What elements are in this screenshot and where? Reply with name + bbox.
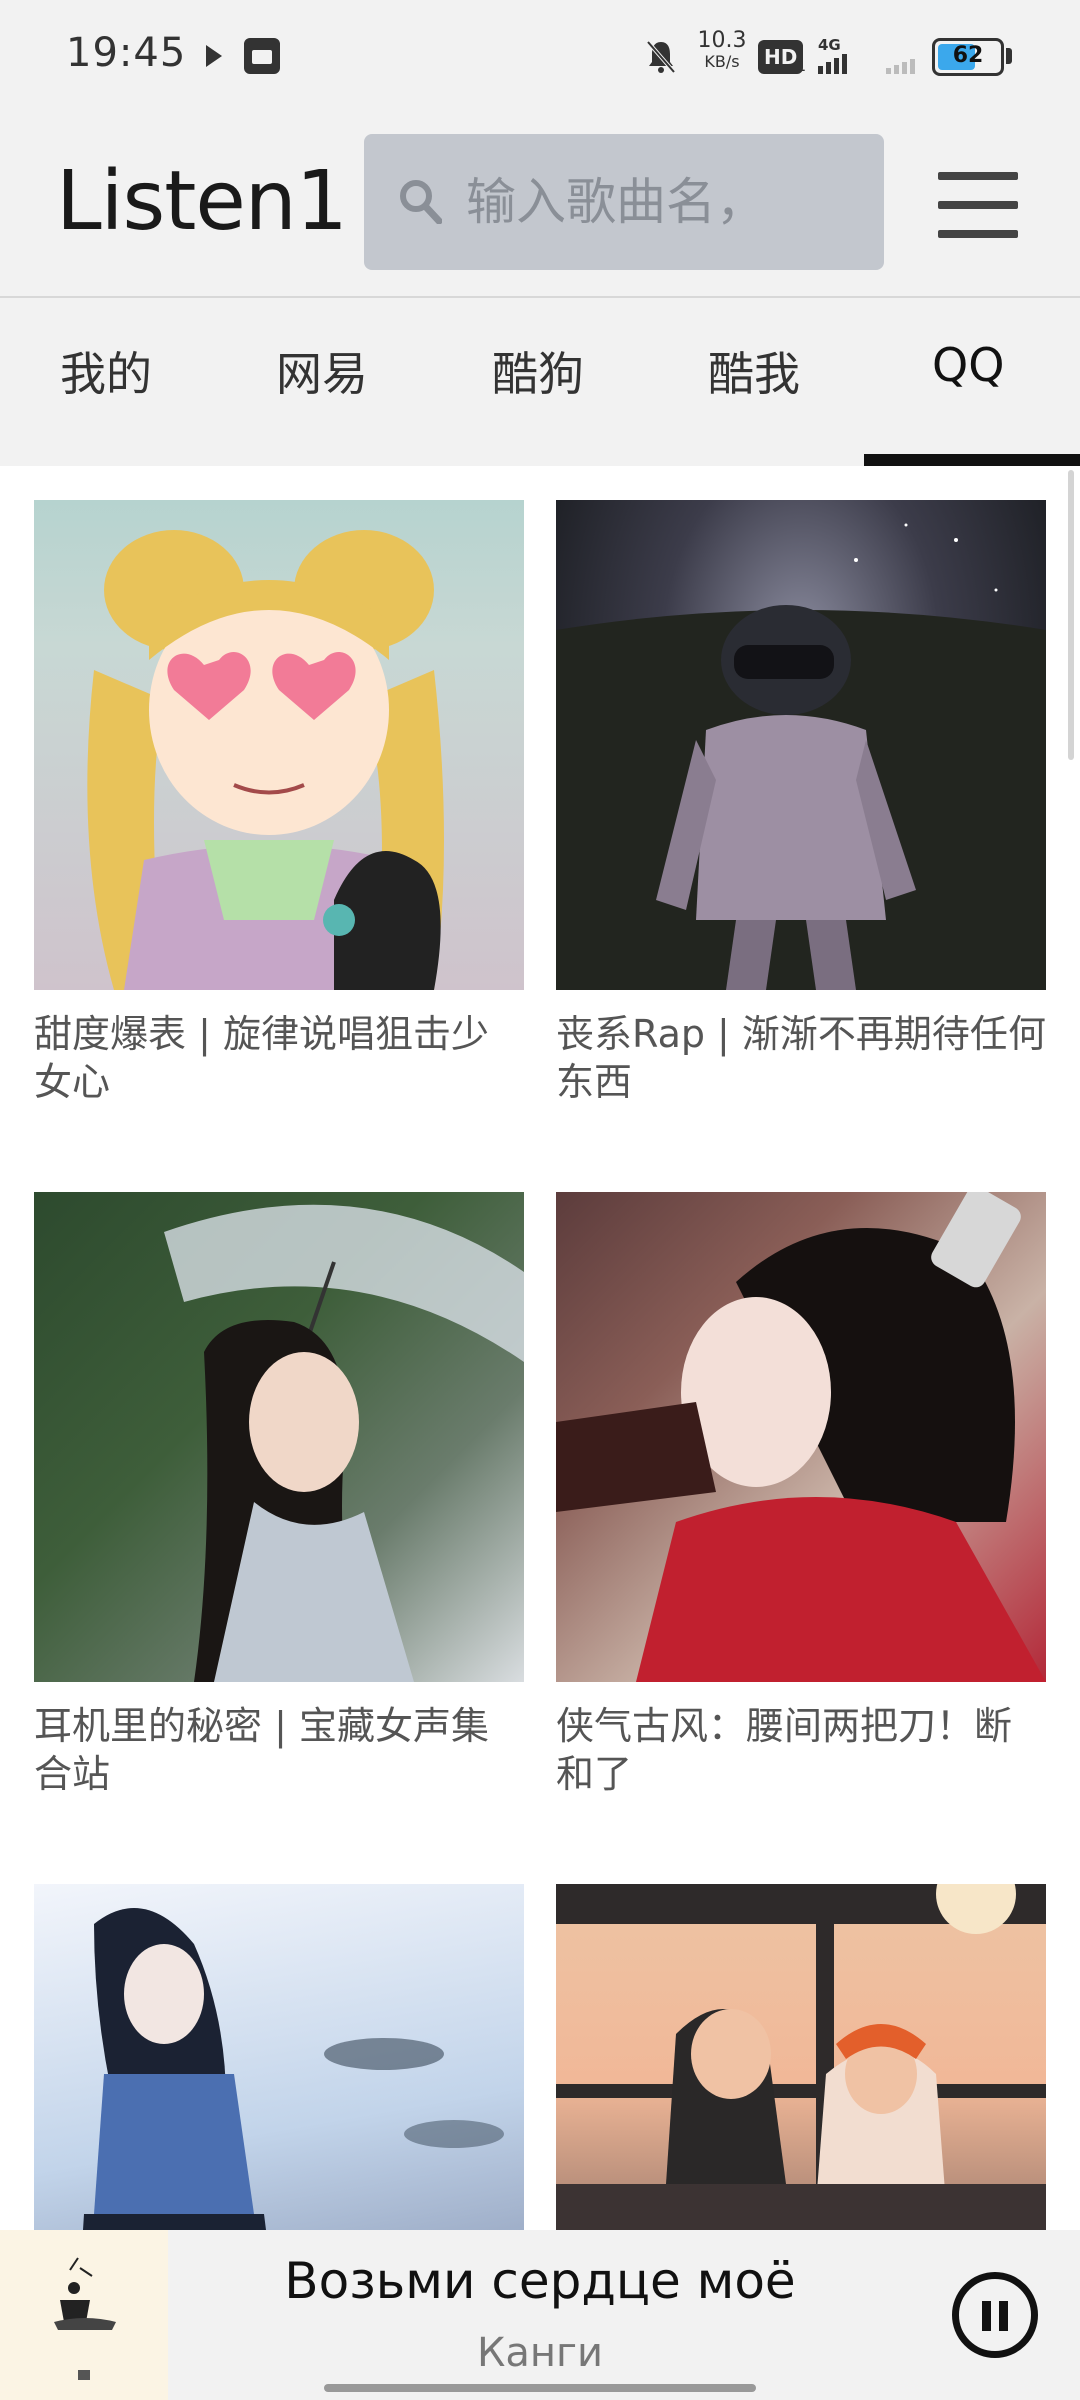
- pause-button[interactable]: [952, 2272, 1038, 2358]
- playlist-cover[interactable]: [34, 1884, 524, 2230]
- menu-button[interactable]: [938, 172, 1018, 238]
- app-header: Listen1: [0, 112, 1080, 298]
- playlist-cover[interactable]: [556, 500, 1046, 990]
- cover-illustration: [87, 530, 444, 990]
- search-icon: [400, 180, 442, 224]
- network-speed-unit: KB/s: [704, 52, 740, 71]
- cover-illustration: [556, 523, 1046, 990]
- status-time: 19:45: [66, 30, 187, 76]
- cover-illustration: [83, 1908, 504, 2230]
- playlist-title[interactable]: 甜度爆表 | 旋律说唱狙击少女心: [34, 1010, 524, 1106]
- cover-illustration: [556, 1884, 1046, 2230]
- app-title: Listen1: [56, 154, 348, 249]
- playlist-card[interactable]: 耳机里的秘密 | 宝藏女声集合站: [34, 1192, 524, 1798]
- tab-label: 我的: [60, 347, 152, 401]
- playlist-title[interactable]: 丧系Rap | 渐渐不再期待任何东西: [556, 1010, 1046, 1106]
- tab-label: 酷我: [708, 347, 800, 401]
- search-bar[interactable]: [364, 134, 884, 270]
- now-playing-title: Возьми сердце моё: [284, 2252, 796, 2310]
- cover-illustration: [164, 1204, 524, 1682]
- status-bar: 19:45 10.3 KB/s HD 1 4G 62: [0, 0, 1080, 112]
- playlist-cover[interactable]: [34, 500, 524, 990]
- playlist-grid: 甜度爆表 | 旋律说唱狙击少女心 丧系Rap | 渐渐不再期待任何东西 耳机里的…: [0, 466, 1080, 2230]
- playlist-title[interactable]: 耳机里的秘密 | 宝藏女声集合站: [34, 1702, 524, 1798]
- playlist-card[interactable]: [34, 1884, 524, 2230]
- playlist-title[interactable]: 侠气古风：腰间两把刀！断和了: [556, 1702, 1046, 1798]
- tab-mine[interactable]: 我的: [0, 298, 216, 466]
- mute-bell-icon: [646, 40, 676, 74]
- search-input[interactable]: [452, 134, 872, 270]
- battery-icon: 62: [932, 38, 1004, 76]
- now-playing-bar[interactable]: Возьми сердце моё Канги: [0, 2230, 1080, 2400]
- playlist-card[interactable]: [556, 1884, 1046, 2230]
- now-playing-cover[interactable]: [0, 2230, 168, 2400]
- hd-badge-sub: 1: [796, 56, 807, 75]
- playlist-cover[interactable]: [556, 1884, 1046, 2230]
- tab-qq[interactable]: QQ: [864, 298, 1080, 466]
- network-speed: 10.3 KB/s: [692, 30, 752, 72]
- playlist-cover[interactable]: [34, 1192, 524, 1682]
- playlist-card[interactable]: 丧系Rap | 渐渐不再期待任何东西: [556, 500, 1046, 1106]
- cover-illustration: [556, 1192, 1046, 1682]
- play-icon: [206, 45, 222, 67]
- tab-label: 酷狗: [492, 347, 584, 401]
- now-playing-artist: Канги: [476, 2330, 604, 2376]
- battery-level: 62: [952, 43, 984, 68]
- cover-illustration: [54, 2257, 116, 2380]
- playlist-cover[interactable]: [556, 1192, 1046, 1682]
- tab-label: 网易: [276, 347, 368, 401]
- home-indicator[interactable]: [324, 2384, 756, 2392]
- tab-label: QQ: [932, 338, 1005, 392]
- pause-bar-left: [982, 2301, 991, 2331]
- signal-secondary-icon: [886, 52, 915, 74]
- pause-bar-right: [999, 2301, 1008, 2331]
- source-tabs: 我的 网易 酷狗 酷我 QQ: [0, 298, 1080, 466]
- signal-icon: [818, 52, 847, 74]
- tab-kuwo[interactable]: 酷我: [648, 298, 864, 466]
- notification-box-icon: [244, 38, 280, 74]
- playlist-card[interactable]: 侠气古风：腰间两把刀！断和了: [556, 1192, 1046, 1798]
- scrollbar[interactable]: [1068, 470, 1074, 760]
- tab-kugou[interactable]: 酷狗: [432, 298, 648, 466]
- network-speed-value: 10.3: [697, 28, 747, 53]
- tab-netease[interactable]: 网易: [216, 298, 432, 466]
- active-tab-indicator: [864, 454, 1080, 466]
- playlist-card[interactable]: 甜度爆表 | 旋律说唱狙击少女心: [34, 500, 524, 1106]
- battery-tip: [1006, 48, 1012, 64]
